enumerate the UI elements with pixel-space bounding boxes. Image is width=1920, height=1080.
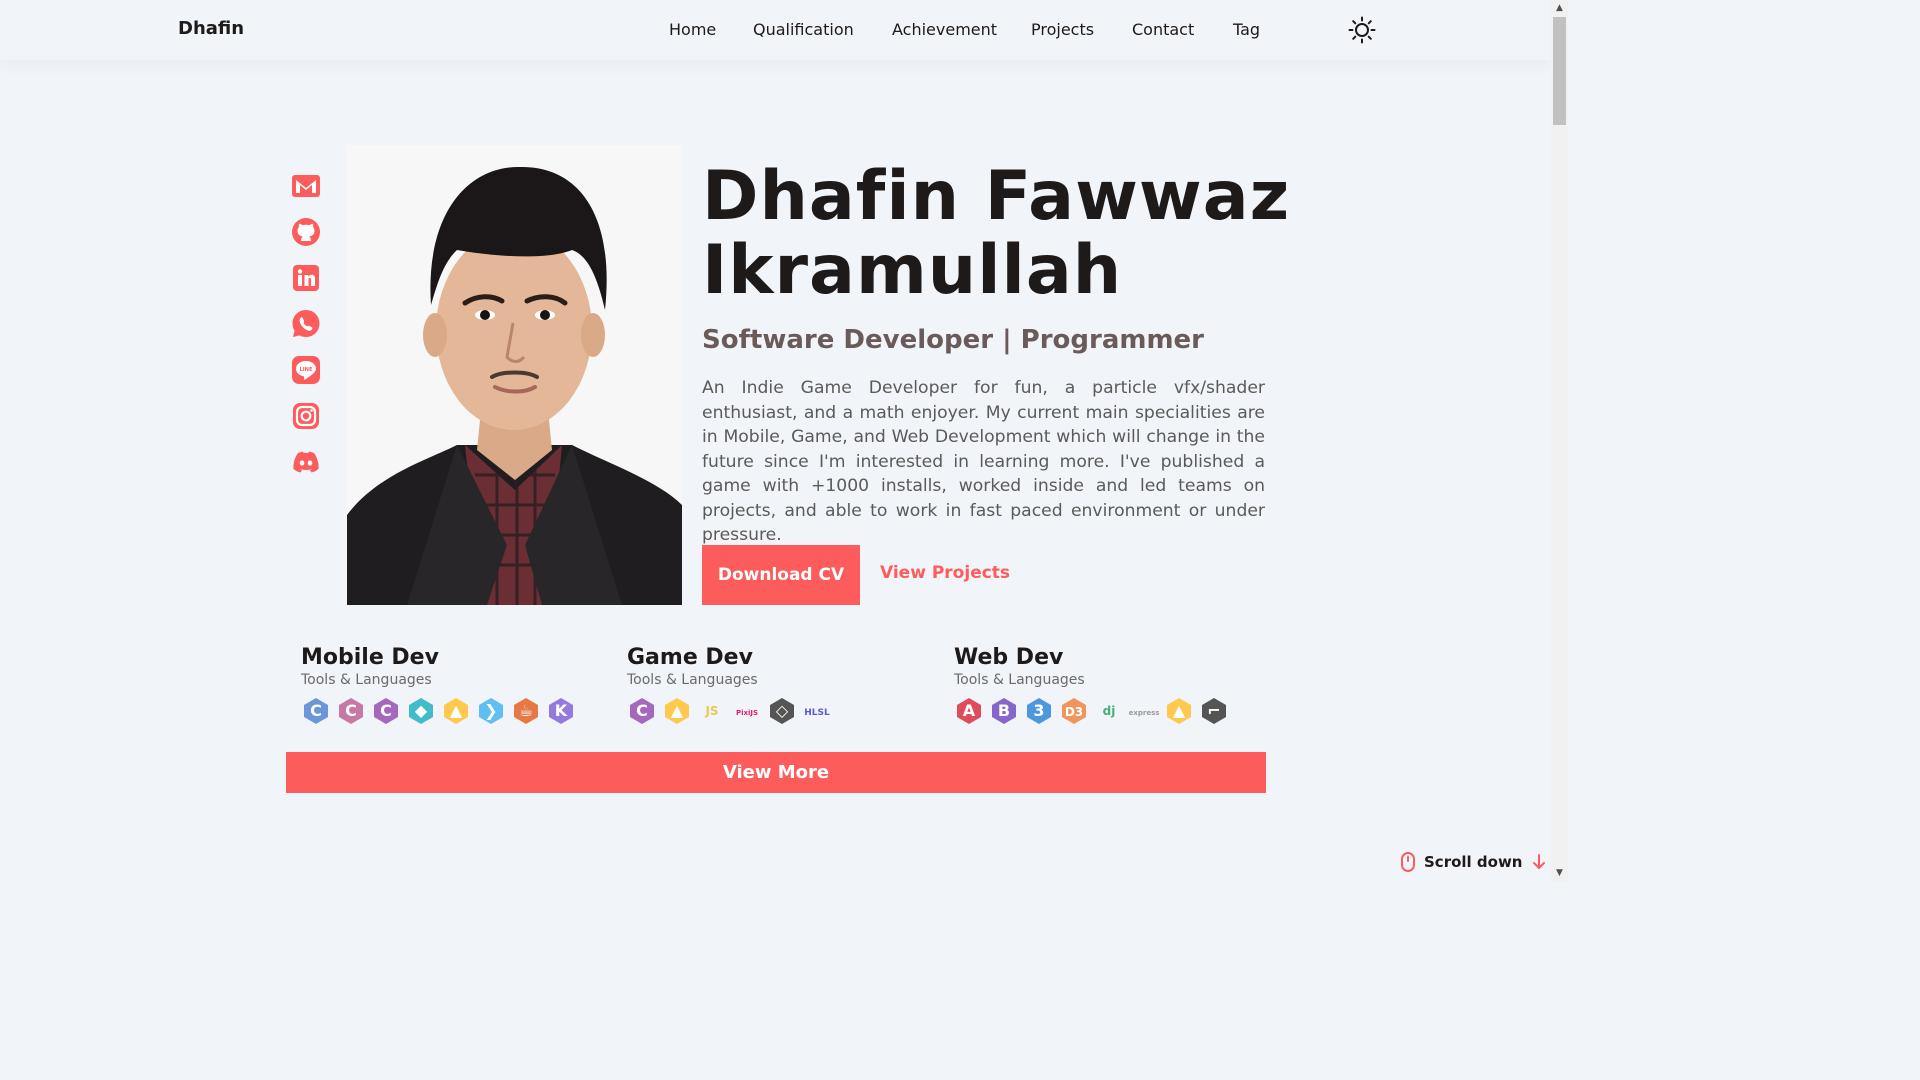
pixijs-icon: PixiJS [732,696,762,726]
mouse-icon [1401,852,1415,872]
nav-contact[interactable]: Contact [1132,20,1194,39]
linkedin-icon[interactable] [290,262,322,294]
svg-text:☕: ☕ [519,701,533,720]
hero-name-last: Ikramullah [702,231,1123,310]
skill-game-dev: Game Dev Tools & Languages C ▲ JS PixiJS ◇ HL… [627,645,927,730]
skill-title: Game Dev [627,645,753,670]
whatsapp-icon[interactable] [290,308,322,340]
sun-icon[interactable] [1348,16,1376,44]
svg-text:JS: JS [704,704,718,718]
svg-text:▲: ▲ [450,701,463,720]
cpp-icon: C [336,696,366,726]
svg-text:▲: ▲ [1173,701,1186,720]
github-icon[interactable] [290,216,322,248]
svg-text:3: 3 [1033,701,1044,720]
nav-home[interactable]: Home [669,20,716,39]
scroll-down-link[interactable]: Scroll down [1400,851,1546,873]
skill-title: Web Dev [954,645,1064,670]
header: Dhafin Home Qualification Achievement Pr… [0,0,1550,60]
svg-text:LINE: LINE [299,367,313,373]
skill-tools: C ▲ JS PixiJS ◇ HLSL [627,696,927,730]
instagram-icon[interactable] [290,400,322,432]
skill-title: Mobile Dev [301,645,439,670]
hero-name-first: Dhafin Fawwaz [702,157,1291,236]
svg-text:C: C [380,701,392,720]
nav-tag[interactable]: Tag [1233,20,1260,39]
scrollbar-thumb[interactable] [1553,17,1566,125]
svg-text:PixiJS: PixiJS [736,709,758,717]
svg-text:K: K [555,701,568,720]
view-projects-link[interactable]: View Projects [880,563,1010,583]
angular-icon: A [954,696,984,726]
dart-icon: ◆ [406,696,436,726]
svg-text:D3: D3 [1065,705,1083,719]
discord-icon[interactable] [290,446,322,478]
svg-text:C: C [636,701,648,720]
svg-text:⌐: ⌐ [1207,701,1220,720]
svg-text:A: A [963,701,976,720]
svg-text:▲: ▲ [671,701,684,720]
svg-text:dj: dj [1103,704,1116,718]
download-cv-button[interactable]: Download CV [702,545,860,605]
csharp-icon: C [627,696,657,726]
svg-text:B: B [998,701,1010,720]
hlsl-icon: HLSL [802,696,832,726]
skill-mobile-dev: Mobile Dev Tools & Languages C C C ◆ ▲ ❯ ☕ K [301,645,601,730]
hero-name: Dhafin Fawwaz Ikramullah [702,160,1302,308]
scroll-down-label: Scroll down [1424,853,1523,871]
page-scrollbar[interactable]: ▲ ▼ [1551,0,1568,882]
csharp-icon: C [371,696,401,726]
nav-qualification[interactable]: Qualification [753,20,854,39]
skill-web-dev: Web Dev Tools & Languages A B 3 D3 dj express… [954,645,1254,730]
profile-photo [347,145,682,605]
javascript-icon: JS [697,696,727,726]
svg-text:express: express [1129,709,1159,717]
java-icon: ☕ [511,696,541,726]
skill-subtitle: Tools & Languages [627,672,758,688]
hero-subtitle: Software Developer | Programmer [702,325,1204,355]
kotlin-icon: K [546,696,576,726]
c-icon: C [301,696,331,726]
skill-subtitle: Tools & Languages [301,672,432,688]
scroll-down-arrow-icon[interactable]: ▼ [1551,865,1568,882]
bootstrap-icon: B [989,696,1019,726]
unity-icon: ◇ [767,696,797,726]
svg-text:HLSL: HLSL [804,708,830,718]
flask-icon: ⌐ [1199,696,1229,726]
firebase-icon: ▲ [662,696,692,726]
nav-achievement[interactable]: Achievement [892,20,997,39]
gmail-icon[interactable] [290,170,322,202]
line-icon[interactable]: LINE [290,354,322,386]
skill-subtitle: Tools & Languages [954,672,1085,688]
css3-icon: 3 [1024,696,1054,726]
express-icon: express [1129,696,1160,726]
d3-icon: D3 [1059,696,1089,726]
arrow-down-icon [1533,854,1546,870]
firebase-icon: ▲ [441,696,471,726]
nav-projects[interactable]: Projects [1031,20,1094,39]
skill-tools: C C C ◆ ▲ ❯ ☕ K [301,696,601,730]
view-more-button[interactable]: View More [286,752,1266,793]
firebase-icon: ▲ [1164,696,1194,726]
svg-text:C: C [345,701,357,720]
skill-tools: A B 3 D3 dj express ▲ ⌐ [954,696,1254,730]
svg-text:C: C [310,701,322,720]
svg-text:◆: ◆ [415,701,428,720]
flutter-icon: ❯ [476,696,506,726]
scroll-up-arrow-icon[interactable]: ▲ [1551,0,1568,17]
hero-description: An Indie Game Developer for fun, a parti… [702,378,1265,545]
brand-logo[interactable]: Dhafin [178,18,244,39]
django-icon: dj [1094,696,1124,726]
svg-text:◇: ◇ [776,701,789,720]
svg-text:❯: ❯ [484,701,497,720]
